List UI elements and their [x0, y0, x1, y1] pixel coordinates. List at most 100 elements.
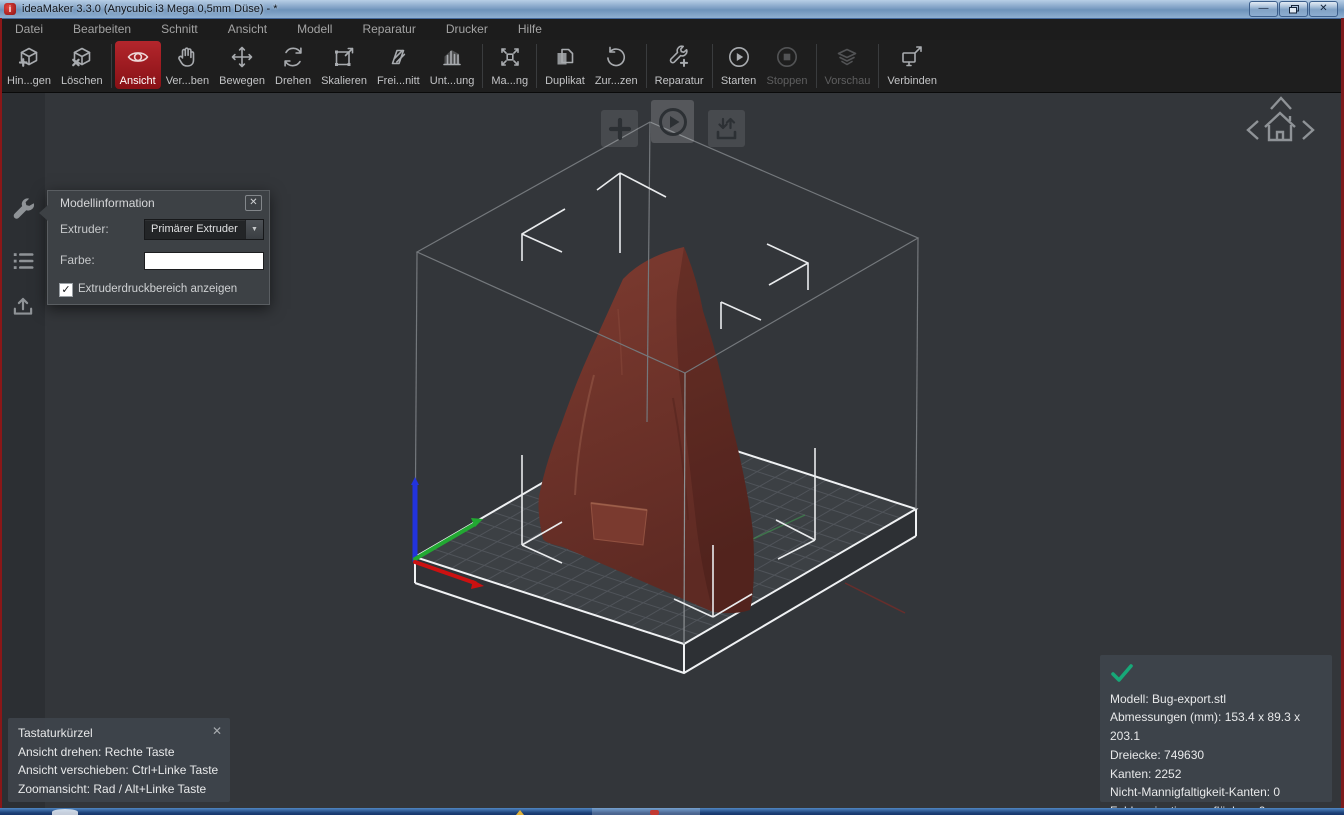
dialog-close-button[interactable]: ✕ — [245, 195, 262, 211]
quick-export-button[interactable] — [708, 110, 745, 147]
toolbar-reset[interactable]: Zur...zen — [590, 41, 643, 89]
rotate-icon — [281, 45, 305, 69]
toolbar-separator — [712, 44, 713, 88]
toolbar-label: Frei...nitt — [377, 75, 420, 87]
toolbar-label: Unt...ung — [430, 75, 475, 87]
shortcuts-close-icon[interactable]: ✕ — [212, 722, 222, 741]
toolbar-rotate[interactable]: Drehen — [270, 41, 316, 89]
start-icon — [727, 45, 751, 69]
toolbar-separator — [646, 44, 647, 88]
toolbar-label: Ma...ng — [491, 75, 528, 87]
free-cut-icon — [386, 45, 410, 69]
restore-button[interactable] — [1279, 1, 1308, 17]
duplicate-icon — [553, 45, 577, 69]
minimize-button[interactable]: — — [1249, 1, 1278, 17]
menu-item-modell[interactable]: Modell — [282, 18, 347, 40]
close-button[interactable]: ✕ — [1309, 1, 1338, 17]
nav-right-chevron[interactable] — [1303, 121, 1313, 139]
toolbar-support[interactable]: Unt...ung — [425, 41, 480, 89]
app-icon: i — [4, 3, 16, 15]
home-icon[interactable] — [1265, 113, 1295, 140]
toolbar-label: Löschen — [61, 75, 103, 87]
extruder-area-checkbox-label: Extruderdruckbereich anzeigen — [78, 283, 237, 295]
delete-model-icon — [70, 45, 94, 69]
toolbar-repair[interactable]: Reparatur — [650, 41, 709, 89]
preview-icon — [835, 45, 859, 69]
nav-left-chevron[interactable] — [1248, 121, 1258, 139]
sidebar-export-button[interactable] — [0, 283, 45, 328]
plus-icon — [607, 116, 633, 142]
menubar: DateiBearbeitenSchnittAnsichtModellRepar… — [0, 18, 1344, 40]
repair-icon — [667, 45, 691, 69]
reset-icon — [604, 45, 628, 69]
success-check-icon — [1110, 663, 1134, 683]
titlebar[interactable]: i ideaMaker 3.3.0 (Anycubic i3 Mega 0,5m… — [0, 0, 1344, 19]
move-icon — [230, 45, 254, 69]
toolbar-max-fit[interactable]: Ma...ng — [486, 41, 533, 89]
menu-item-bearbeiten[interactable]: Bearbeiten — [58, 18, 146, 40]
quick-start-button[interactable] — [651, 100, 694, 143]
toolbar-scale[interactable]: Skalieren — [316, 41, 372, 89]
toolbar-pan[interactable]: Ver...ben — [161, 41, 214, 89]
support-icon — [440, 45, 464, 69]
pan-hand-icon — [175, 45, 199, 69]
start-orb-sliver[interactable] — [52, 809, 78, 815]
menu-item-datei[interactable]: Datei — [0, 18, 58, 40]
toolbar-separator — [536, 44, 537, 88]
extruder-label: Extruder: — [60, 222, 109, 236]
menu-item-ansicht[interactable]: Ansicht — [213, 18, 282, 40]
menu-item-drucker[interactable]: Drucker — [431, 18, 503, 40]
toolbar-label: Zur...zen — [595, 75, 638, 87]
toolbar-start[interactable]: Starten — [716, 41, 762, 89]
color-label: Farbe: — [60, 253, 95, 267]
toolbar-label: Skalieren — [321, 75, 367, 87]
menu-item-hilfe[interactable]: Hilfe — [503, 18, 557, 40]
toolbar-label: Vorschau — [825, 75, 871, 87]
toolbar-add-model[interactable]: Hin...gen — [2, 41, 56, 89]
menu-item-schnitt[interactable]: Schnitt — [146, 18, 213, 40]
toolbar-separator — [878, 44, 879, 88]
toolbar-stop[interactable]: Stoppen — [762, 41, 813, 89]
toolbar-connect[interactable]: Verbinden — [882, 41, 942, 89]
toolbar-separator — [111, 44, 112, 88]
quick-add-button[interactable] — [601, 110, 638, 147]
extruder-area-checkbox[interactable]: ✓ — [59, 283, 73, 297]
windows-taskbar[interactable] — [0, 808, 1344, 815]
export-tray-icon — [713, 115, 740, 142]
toolbar-label: Ver...ben — [166, 75, 209, 87]
toolbar-move[interactable]: Bewegen — [214, 41, 270, 89]
shortcut-line: Ansicht drehen: Rechte Taste — [18, 743, 220, 762]
nav-up-chevron[interactable] — [1271, 98, 1291, 109]
toolbar-preview[interactable]: Vorschau — [820, 41, 876, 89]
shortcut-line: Ansicht verschieben: Ctrl+Linke Taste — [18, 761, 220, 780]
toolbar-label: Bewegen — [219, 75, 265, 87]
shortcuts-panel: ✕ Tastaturkürzel Ansicht drehen: Rechte … — [8, 718, 230, 802]
dialog-pointer — [39, 205, 48, 221]
toolbar-delete-model[interactable]: Löschen — [56, 41, 108, 89]
chevron-down-icon[interactable]: ▼ — [245, 220, 263, 239]
menu-item-reparatur[interactable]: Reparatur — [347, 18, 430, 40]
toolbar-separator — [482, 44, 483, 88]
toolbar-label: Reparatur — [655, 75, 704, 87]
view-nav — [1248, 98, 1313, 140]
status-line: Modell: Bug-export.stl — [1110, 690, 1322, 709]
toolbar-label: Hin...gen — [7, 75, 51, 87]
taskbar-app-icon — [650, 810, 659, 815]
color-swatch-field[interactable] — [144, 252, 264, 270]
status-line: Dreiecke: 749630 — [1110, 746, 1322, 765]
add-model-icon — [17, 45, 41, 69]
toolbar-label: Stoppen — [767, 75, 808, 87]
extruder-select[interactable]: Primärer Extruder ▼ — [144, 219, 264, 240]
taskbar-active-button[interactable] — [592, 808, 700, 815]
taskbar-warning-icon — [516, 810, 524, 815]
max-fit-icon — [498, 45, 522, 69]
toolbar-duplicate[interactable]: Duplikat — [540, 41, 590, 89]
view-eye-icon — [126, 45, 150, 69]
sidebar-list-button[interactable] — [0, 238, 45, 283]
list-icon — [10, 248, 36, 274]
status-line: Abmessungen (mm): 153.4 x 89.3 x 203.1 — [1110, 708, 1322, 745]
play-circle-icon — [656, 105, 690, 139]
connect-icon — [900, 45, 924, 69]
toolbar-view[interactable]: Ansicht — [115, 41, 161, 89]
toolbar-free-cut[interactable]: Frei...nitt — [372, 41, 425, 89]
